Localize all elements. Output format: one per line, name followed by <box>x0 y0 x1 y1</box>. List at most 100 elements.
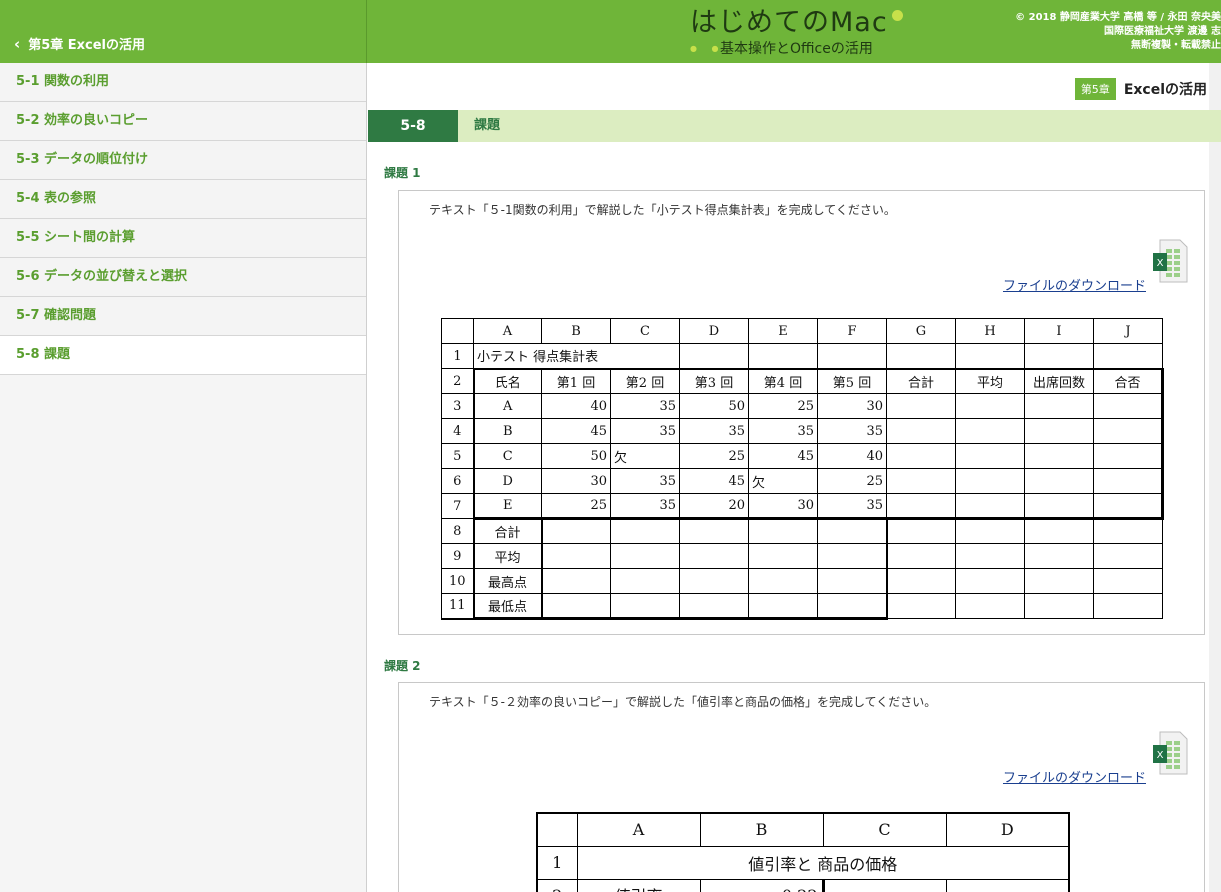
sheet-cell: 最低点 <box>472 593 543 620</box>
sheet-cell: 30 <box>817 393 887 419</box>
sidebar-item-5-6[interactable]: 5-6 データの並び替えと選択 <box>0 258 366 297</box>
sheet-col-header: B <box>699 812 824 847</box>
sheet-cell <box>1093 568 1163 594</box>
svg-text:X: X <box>1157 258 1164 269</box>
sheet-cell <box>748 593 818 620</box>
copyright: © 2018 静岡産業大学 高橋 等 / 永田 奈央美 国際医療福祉大学 渡邊 … <box>1015 11 1221 53</box>
sheet-cell <box>955 568 1025 594</box>
sheet-cell: 20 <box>679 493 749 520</box>
sheet-cell: 30 <box>541 468 611 494</box>
sheet-cell: 50 <box>679 393 749 419</box>
sheet-cell: 35 <box>610 393 680 419</box>
chapter-tag: 第5章 Excelの活用 <box>1074 78 1207 100</box>
sheet-row-header: 7 <box>441 493 474 519</box>
sheet-cell: 第1 回 <box>541 367 611 394</box>
sheet-cell <box>945 878 1070 892</box>
sheet-row-header: 2 <box>441 368 474 394</box>
table-row: 1 値引率と 商品の価格 <box>536 845 1070 880</box>
sheet-cell: 出席回数 <box>1024 367 1094 394</box>
sheet-cell <box>541 568 611 594</box>
sidebar-item-5-4[interactable]: 5-4 表の参照 <box>0 180 366 219</box>
sheet-cell <box>610 593 680 620</box>
sheet-cell <box>817 568 888 594</box>
sheet-col-header: G <box>886 318 956 344</box>
sidebar-item-5-1[interactable]: 5-1 関数の利用 <box>0 63 366 102</box>
copyright-line: 国際医療福祉大学 渡邊 志 <box>1104 26 1221 37</box>
sheet-cell <box>955 493 1025 520</box>
sheet-col-header: A <box>576 812 701 847</box>
table-row: 10 最高点 <box>441 568 1163 594</box>
sheet-cell: 合計 <box>886 367 956 394</box>
logo-subtitle: 基本操作とOfficeの活用 <box>720 41 873 57</box>
sheet-cell <box>1024 393 1094 419</box>
sheet-cell <box>1024 343 1094 369</box>
excel-file-icon[interactable]: X <box>1152 239 1188 283</box>
sheet-cell <box>955 418 1025 444</box>
sheet-cell <box>817 593 888 620</box>
site-logo: はじめてのMac 基本操作とOfficeの活用 ● ● <box>690 8 903 57</box>
sheet-cell: 25 <box>748 393 818 419</box>
sheet-cell <box>679 343 749 369</box>
sheet-row-header: 1 <box>441 343 474 369</box>
sheet-cell: 35 <box>817 418 887 444</box>
sheet-cell <box>955 443 1025 469</box>
sheet-body: 1 小テスト 得点集計表 2 氏名 第1 回第2 回第3 回第4 回第5 回合計 平均 出席… <box>441 343 1164 620</box>
sheet-cell: 0.22 <box>699 878 825 892</box>
sheet-cell: 欠 <box>748 468 818 494</box>
sheet-cell: 35 <box>748 418 818 444</box>
sheet-cell <box>886 518 956 544</box>
sheet-row-header: 9 <box>441 543 474 569</box>
table-row: 6 D 30 35 45 欠 25 <box>441 468 1164 494</box>
back-to-chapter-link[interactable]: ‹ 第5章 Excelの活用 <box>14 34 145 54</box>
sheet-cell: 氏名 <box>472 367 542 394</box>
sidebar-item-5-3[interactable]: 5-3 データの順位付け <box>0 141 366 180</box>
sheet-cell <box>1024 493 1094 520</box>
sheet-cell: 35 <box>610 418 680 444</box>
sheet-cell <box>679 568 749 594</box>
sheet-cell: 第5 回 <box>817 367 887 394</box>
sidebar-item-5-7[interactable]: 5-7 確認問題 <box>0 297 366 336</box>
sheet-cell: 平均 <box>955 367 1025 394</box>
sidebar-item-5-8[interactable]: 5-8 課題 <box>0 336 366 375</box>
section-title: 課題 <box>474 118 501 133</box>
sheet-cell <box>1093 418 1164 444</box>
sidebar-item-5-5[interactable]: 5-5 シート間の計算 <box>0 219 366 258</box>
sheet-row-header: 2 <box>536 878 578 892</box>
sheet-cell: 45 <box>541 418 611 444</box>
sheet-row-header: 11 <box>441 593 474 620</box>
excel-file-icon[interactable]: X <box>1152 731 1188 775</box>
sheet-cell: 35 <box>817 493 887 520</box>
sheet-row-header: 10 <box>441 568 474 594</box>
scrollbar[interactable] <box>1209 63 1221 892</box>
sheet-cell <box>1093 343 1163 369</box>
sidebar-item-5-2[interactable]: 5-2 効率の良いコピー <box>0 102 366 141</box>
sheet-cell <box>610 568 680 594</box>
sheet-cell: 合計 <box>472 518 543 544</box>
section-header: 5-8 課題 <box>368 110 1221 142</box>
sheet-cell: 35 <box>610 493 680 520</box>
sheet-cell <box>748 343 818 369</box>
sheet-cell: 平均 <box>472 543 543 569</box>
sheet-cell: 第4 回 <box>748 367 818 394</box>
task2-download-link[interactable]: ファイルのダウンロード <box>1003 767 1146 786</box>
sheet-cell: 35 <box>679 418 749 444</box>
table-row: 4 B 45 35 35 35 35 <box>441 418 1164 444</box>
sheet-col-header: C <box>822 812 947 847</box>
table-row: 9 平均 <box>441 543 1163 569</box>
sheet-cell <box>886 568 956 594</box>
table-row: 2 氏名 第1 回第2 回第3 回第4 回第5 回合計 平均 出席回数 合否 <box>441 367 1164 394</box>
task2-box: テキスト「５-２効率の良いコピー」で解説した「値引率と商品の価格」を完成してくだ… <box>398 682 1205 892</box>
sheet-cell <box>1024 593 1094 619</box>
chapter-badge: 第5章 <box>1074 78 1116 100</box>
task1-download-link[interactable]: ファイルのダウンロード <box>1003 275 1146 294</box>
table-row: 2 値引率 0.22 <box>536 878 1070 892</box>
sheet-cell <box>748 518 818 544</box>
sheet-col-header <box>441 318 474 344</box>
table-row: 5 C 50 欠 25 45 40 <box>441 443 1164 469</box>
sheet-cell: 25 <box>679 443 749 469</box>
sheet-cell: 35 <box>610 468 680 494</box>
sheet-cell <box>817 518 888 544</box>
section-number: 5-8 <box>368 110 458 142</box>
sheet-cell <box>886 543 956 569</box>
task2-description: テキスト「５-２効率の良いコピー」で解説した「値引率と商品の価格」を完成してくだ… <box>429 695 937 709</box>
